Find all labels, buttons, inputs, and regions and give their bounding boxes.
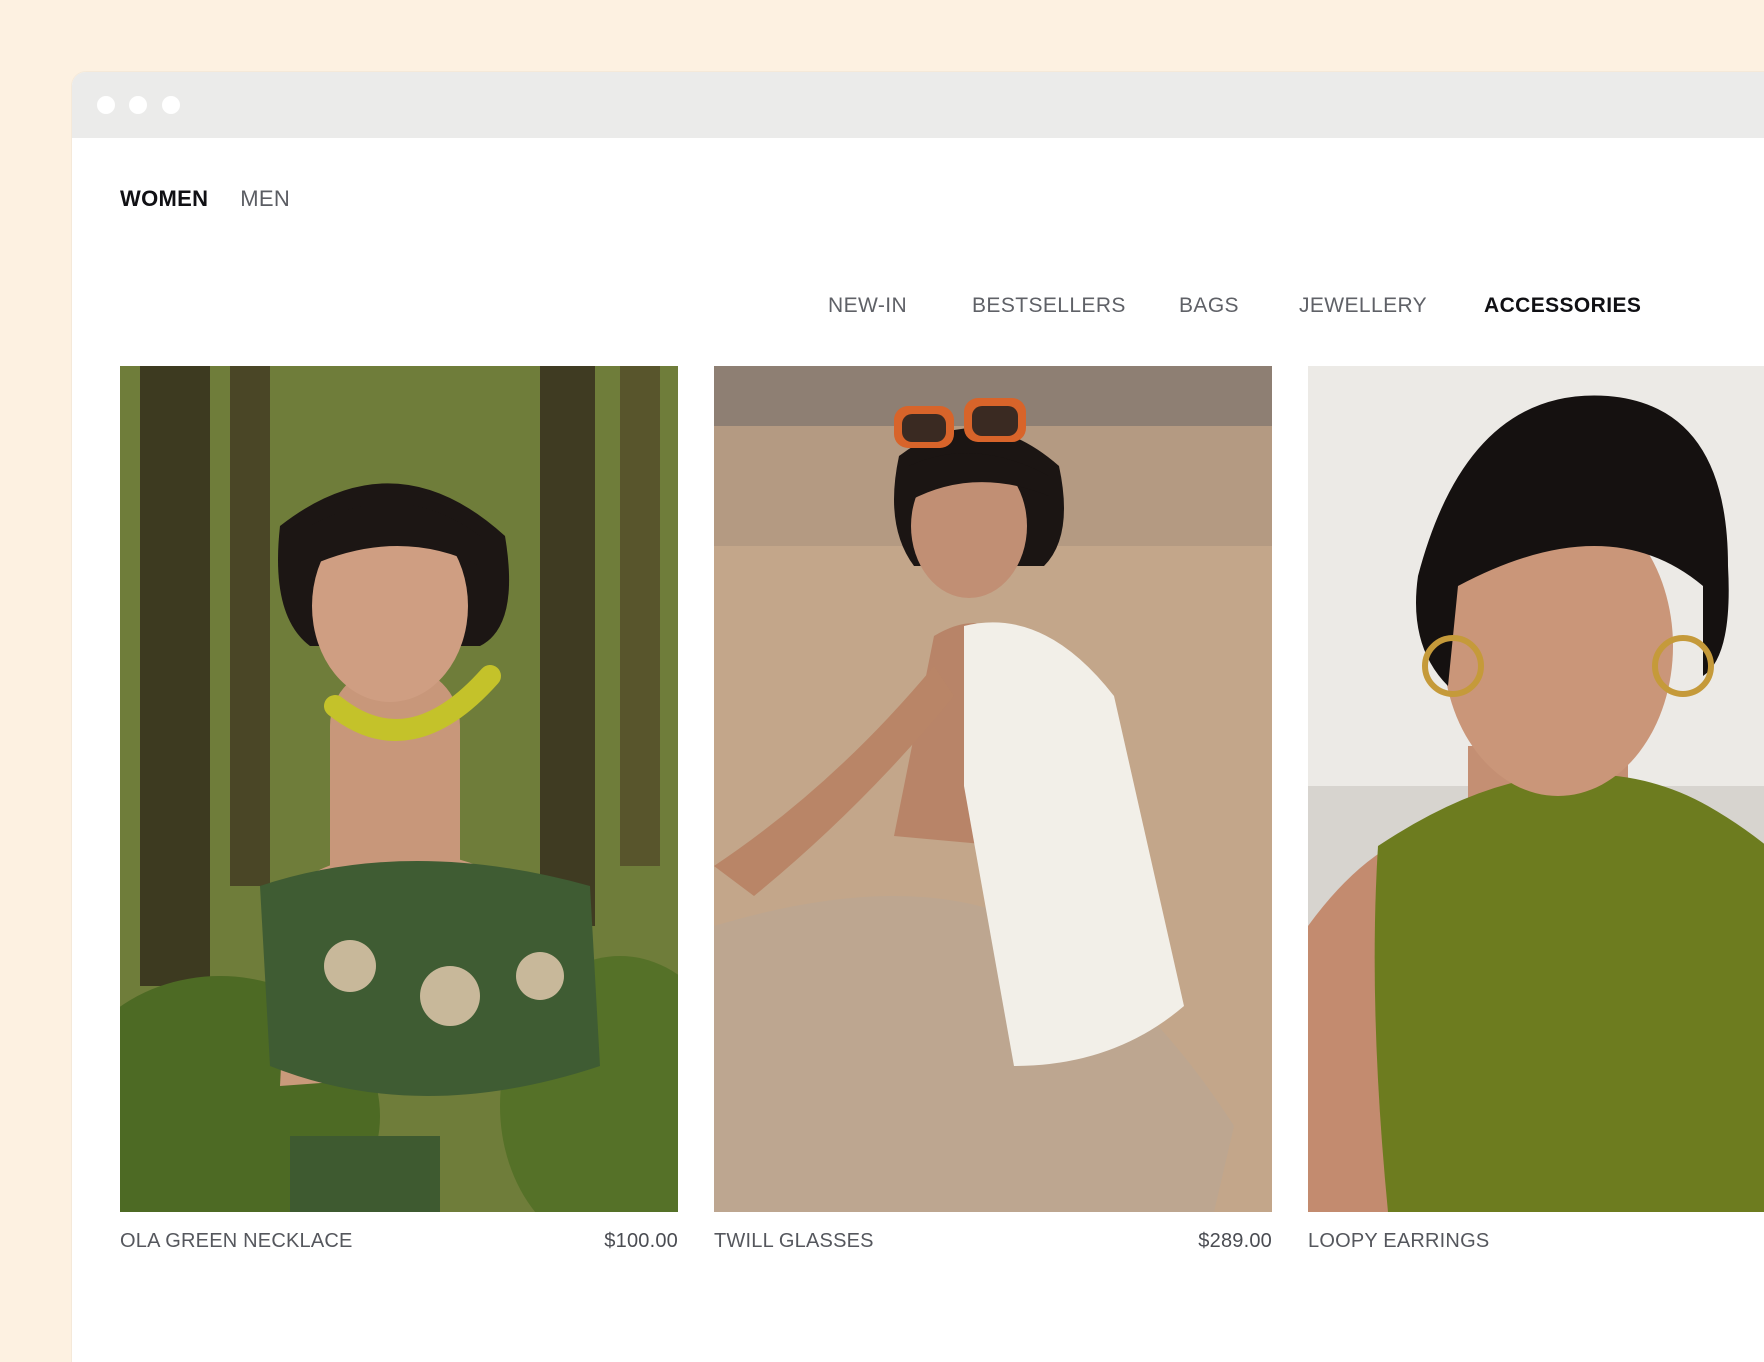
- product-price: $100.00: [604, 1230, 678, 1252]
- window-maximize-dot[interactable]: [162, 96, 180, 114]
- product-image-ola-green-necklace[interactable]: [120, 366, 678, 1212]
- product-price: $289.00: [1198, 1230, 1272, 1252]
- product-card[interactable]: OLA GREEN NECKLACE $100.00: [120, 366, 678, 1252]
- category-accessories[interactable]: ACCESSORIES: [1484, 294, 1641, 318]
- category-new-in[interactable]: NEW-IN: [828, 294, 907, 318]
- product-image-loopy-earrings[interactable]: [1308, 366, 1764, 1212]
- product-name[interactable]: LOOPY EARRINGS: [1308, 1230, 1489, 1253]
- browser-titlebar: [72, 72, 1764, 138]
- category-nav: NEW-IN BESTSELLERS BAGS JEWELLERY ACCESS…: [72, 294, 1764, 324]
- category-jewellery[interactable]: JEWELLERY: [1299, 294, 1427, 318]
- nav-men[interactable]: MEN: [240, 186, 290, 212]
- window-minimize-dot[interactable]: [129, 96, 147, 114]
- product-card[interactable]: LOOPY EARRINGS: [1308, 366, 1764, 1252]
- product-name[interactable]: OLA GREEN NECKLACE: [120, 1230, 353, 1253]
- product-image-twill-glasses[interactable]: [714, 366, 1272, 1212]
- browser-window: WOMEN MEN NEW-IN BESTSELLERS BAGS JEWELL…: [72, 72, 1764, 1362]
- product-card[interactable]: TWILL GLASSES $289.00: [714, 366, 1272, 1252]
- nav-women[interactable]: WOMEN: [120, 186, 208, 212]
- window-close-dot[interactable]: [97, 96, 115, 114]
- product-name[interactable]: TWILL GLASSES: [714, 1230, 874, 1253]
- category-bags[interactable]: BAGS: [1179, 294, 1239, 318]
- category-bestsellers[interactable]: BESTSELLERS: [972, 294, 1126, 318]
- gender-nav: WOMEN MEN: [120, 186, 290, 212]
